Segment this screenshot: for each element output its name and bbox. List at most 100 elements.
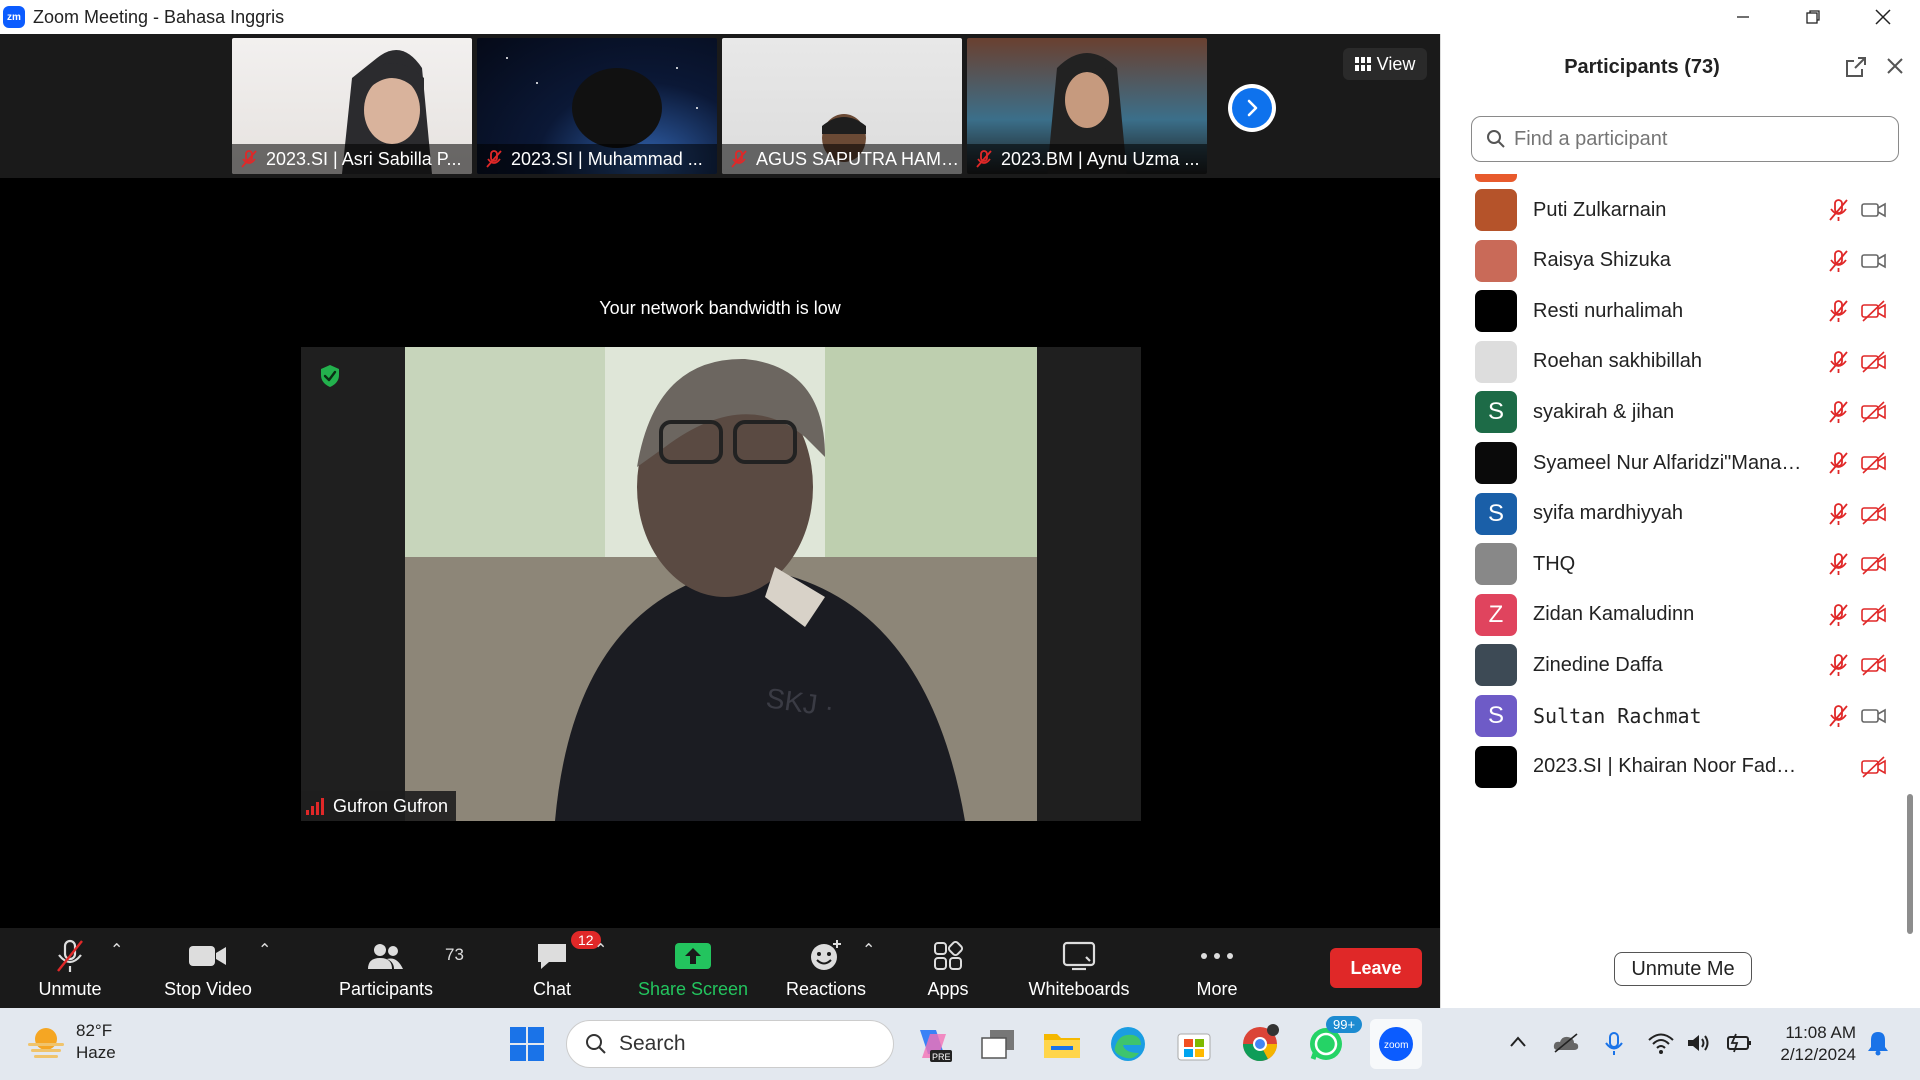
mic-off-icon[interactable] [1827,603,1849,627]
file-explorer-app[interactable] [1040,1022,1084,1066]
participants-panel: Participants (73) Puti Zulkarnain Raisya … [1440,34,1920,1008]
chat-options-chevron-icon[interactable]: ⌃ [594,940,607,960]
scrollbar-thumb[interactable] [1907,794,1913,934]
avatar: S [1475,492,1517,535]
active-speaker-video[interactable]: SKJ · Gufron Gufron [301,347,1141,821]
minimize-icon [1737,16,1749,18]
video-off-icon[interactable] [1861,300,1887,322]
video-camera-icon[interactable] [1861,199,1887,221]
weather-widget[interactable]: 82°F Haze [26,1020,116,1064]
stop-video-button[interactable]: Stop Video [160,928,256,1008]
mic-off-icon[interactable] [1827,198,1849,222]
mic-off-icon[interactable] [1827,451,1849,475]
avatar [1475,189,1517,231]
mic-off-icon[interactable] [1827,400,1849,424]
svg-text:PRE: PRE [932,1052,951,1062]
next-page-button[interactable] [1228,84,1276,132]
video-camera-icon[interactable] [1861,705,1887,727]
participant-thumbnail[interactable]: AGUS SAPUTRA HAMZ... [722,38,962,174]
audio-options-chevron-icon[interactable]: ⌃ [110,940,123,960]
participant-thumbnail[interactable]: 2023.SI | Muhammad ... [477,38,717,174]
mic-off-icon[interactable] [1827,502,1849,526]
unmute-button[interactable]: Unmute [28,928,112,1008]
participant-thumbnail[interactable]: 2023.BM | Aynu Uzma ... [967,38,1207,174]
video-off-icon[interactable] [1861,756,1887,778]
avatar: S [1475,695,1517,737]
show-hidden-icons-chevron-icon[interactable] [1508,1032,1528,1057]
mic-off-icon[interactable] [1827,704,1849,728]
more-button[interactable]: More [1180,928,1254,1008]
mic-off-icon[interactable] [1827,299,1849,323]
video-off-icon[interactable] [1861,351,1887,373]
system-clock[interactable]: 11:08 AM 2/12/2024 [1766,1022,1856,1066]
whatsapp-app[interactable]: 99+ [1304,1016,1363,1066]
participant-name: Roehan sakhibillah [1533,350,1703,373]
chat-button[interactable]: 12 Chat [520,928,601,1008]
wifi-icon[interactable] [1648,1032,1674,1059]
close-window-button[interactable] [1848,0,1918,34]
view-button[interactable]: View [1343,48,1427,80]
video-off-icon[interactable] [1861,553,1887,575]
participants-panel-title: Participants (73) [1564,56,1720,78]
minimize-button[interactable] [1708,0,1778,34]
whiteboards-button[interactable]: Whiteboards [1020,928,1138,1008]
mic-off-icon[interactable] [1827,249,1849,273]
volume-icon[interactable] [1686,1032,1712,1059]
microphone-icon[interactable] [1604,1032,1624,1061]
video-off-icon[interactable] [1861,401,1887,423]
apps-button[interactable]: Apps [912,928,984,1008]
unmute-me-button[interactable]: Unmute Me [1614,952,1752,986]
participant-name: Sultan Rachmat [1533,704,1702,728]
reactions-options-chevron-icon[interactable]: ⌃ [862,940,875,960]
video-camera-icon[interactable] [1861,250,1887,272]
task-view-app[interactable] [976,1022,1020,1066]
participant-name: Zinedine Daffa [1533,653,1663,676]
chat-icon: 12 [535,930,601,975]
gallery-strip: 2023.SI | Asri Sabilla P... 2023.SI | Mu… [0,34,1440,178]
zoom-app[interactable]: zoom [1370,1019,1422,1069]
restore-icon [1806,10,1820,24]
notification-bell-icon[interactable] [1866,1030,1890,1061]
taskbar-search[interactable]: Search [566,1020,894,1068]
copilot-app[interactable]: PRE [910,1022,954,1066]
thumbnail-name: 2023.SI | Asri Sabilla P... [266,148,462,169]
participant-thumbnail[interactable]: 2023.SI | Asri Sabilla P... [232,38,472,174]
chrome-app[interactable] [1238,1022,1282,1066]
leave-button[interactable]: Leave [1330,948,1422,988]
zoom-logo-icon: zm [3,6,25,28]
whiteboard-icon [1062,937,1096,975]
edge-app[interactable] [1106,1022,1150,1066]
video-off-icon[interactable] [1861,452,1887,474]
smiley-icon [809,937,843,975]
video-off-icon[interactable] [1861,654,1887,676]
video-off-icon[interactable] [1861,503,1887,525]
onedrive-icon[interactable] [1552,1032,1580,1059]
more-label: More [1196,978,1238,999]
avatar: S [1475,391,1517,434]
grid-view-icon [1354,57,1371,71]
start-button[interactable] [505,1022,549,1066]
participants-button[interactable]: 73 Participants [334,928,464,1008]
thumbnail-name-bar: 2023.BM | Aynu Uzma ... [967,144,1207,174]
participant-row[interactable]: 2023.SI | Khairan Noor Fadhlillah [1441,736,1907,798]
reactions-button[interactable]: Reactions [778,928,874,1008]
restore-button[interactable] [1778,0,1848,34]
find-participant-field[interactable] [1471,116,1899,162]
video-off-icon[interactable] [1861,604,1887,626]
share-screen-button[interactable]: Share Screen [632,928,754,1008]
mic-off-icon[interactable] [1827,552,1849,576]
haze-weather-icon [28,1028,64,1058]
thumbnail-name: 2023.BM | Aynu Uzma ... [1001,148,1200,169]
microsoft-store-app[interactable] [1172,1022,1216,1066]
weather-temperature: 82°F [76,1021,113,1040]
battery-icon[interactable] [1724,1032,1752,1059]
close-panel-button[interactable] [1885,56,1905,81]
video-options-chevron-icon[interactable]: ⌃ [258,940,271,960]
participant-name: THQ [1533,552,1576,575]
task-view-icon [981,1030,1014,1059]
mic-off-icon[interactable] [1827,350,1849,374]
mic-off-icon[interactable] [1827,653,1849,677]
participants-scrollbar[interactable] [1907,164,1913,964]
popout-button[interactable] [1845,56,1867,83]
find-participant-input[interactable] [1514,127,1874,151]
